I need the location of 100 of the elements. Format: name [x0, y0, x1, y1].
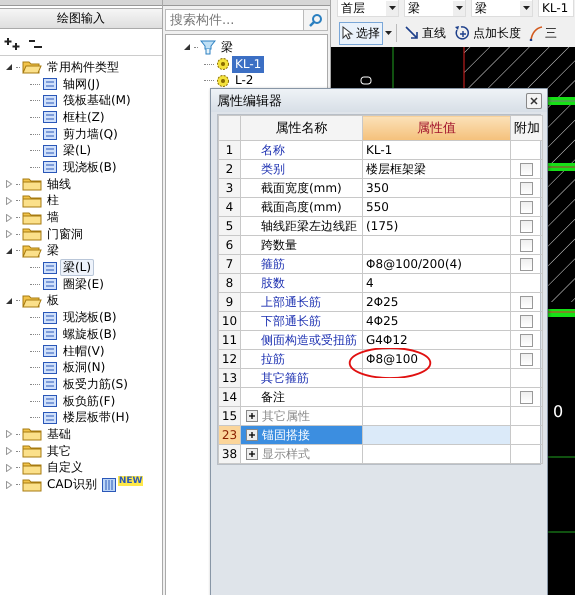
- property-value[interactable]: 4: [362, 274, 510, 292]
- close-button[interactable]: [526, 92, 542, 108]
- tree-item[interactable]: 梁: [44, 242, 62, 260]
- property-name: 截面高度(mm): [240, 198, 362, 216]
- row-number: 13: [218, 368, 240, 388]
- column-header[interactable]: 附加: [510, 116, 542, 140]
- search-field[interactable]: 搜索构件...: [165, 9, 304, 31]
- property-value[interactable]: 350: [362, 178, 510, 198]
- property-value[interactable]: 2Φ25: [362, 292, 510, 312]
- checkbox[interactable]: [520, 220, 533, 232]
- tool-button[interactable]: 选择: [339, 22, 383, 44]
- component-icon: [42, 160, 58, 174]
- row-number: 7: [218, 254, 240, 274]
- tree-item[interactable]: 基础: [44, 426, 74, 443]
- search-button[interactable]: [304, 9, 328, 31]
- property-name: 备注: [240, 388, 362, 406]
- tool-button[interactable]: 点加长度: [451, 22, 524, 44]
- tool-button[interactable]: 直线: [401, 22, 449, 44]
- row-number: 2: [218, 160, 240, 178]
- tree-item[interactable]: 梁(L): [60, 259, 94, 276]
- tree-item[interactable]: 自定义: [44, 459, 86, 476]
- column-header[interactable]: 属性值: [362, 116, 510, 140]
- checkbox[interactable]: [520, 258, 533, 270]
- tree-item[interactable]: 板洞(N): [60, 359, 108, 376]
- expander-icon[interactable]: [183, 43, 191, 52]
- tree-item[interactable]: 板负筋(F): [60, 392, 118, 410]
- tree-item[interactable]: 其它: [44, 442, 74, 460]
- column-header[interactable]: 属性名称: [240, 116, 362, 140]
- dropdown-caret-icon: [522, 6, 530, 10]
- row-number: 10: [218, 312, 240, 330]
- tree-item[interactable]: 柱帽(V): [60, 342, 108, 360]
- property-value[interactable]: Φ8@100: [362, 350, 510, 368]
- collapse-all-icon[interactable]: [28, 37, 44, 51]
- property-value[interactable]: 楼层框架梁: [362, 160, 510, 178]
- arc-icon: [529, 25, 543, 41]
- checkbox[interactable]: [520, 200, 533, 214]
- tree-item[interactable]: CAD识别: [44, 476, 100, 494]
- tree-item[interactable]: L-2: [232, 72, 256, 90]
- dropdown[interactable]: 梁: [471, 0, 533, 17]
- tool-button[interactable]: 三: [526, 22, 560, 44]
- property-value[interactable]: (175): [362, 216, 510, 236]
- property-value[interactable]: Φ8@100/200(4): [362, 254, 510, 274]
- tree-item[interactable]: 楼层板带(H): [60, 409, 132, 426]
- expander-icon[interactable]: [5, 63, 13, 72]
- property-name: 箍筋: [240, 254, 362, 274]
- tree-item[interactable]: 板受力筋(S): [60, 376, 131, 393]
- folder-icon: [22, 444, 42, 458]
- property-name: 下部通长筋: [240, 312, 362, 330]
- expand-icon[interactable]: [246, 448, 258, 460]
- search-icon: [308, 13, 322, 27]
- tree-item[interactable]: 门窗洞: [44, 226, 86, 243]
- tree-item[interactable]: 剪力墙(Q): [60, 126, 121, 143]
- row-number: 23: [218, 426, 240, 444]
- row-number: 9: [218, 292, 240, 312]
- tree-item[interactable]: 框柱(Z): [60, 108, 108, 126]
- dropdown[interactable]: 梁: [404, 0, 466, 17]
- checkbox[interactable]: [520, 314, 533, 328]
- property-name: 跨数量: [240, 236, 362, 254]
- tree-item[interactable]: 常用构件类型: [44, 58, 122, 76]
- tree-item[interactable]: 圈梁(E): [60, 276, 107, 293]
- property-name: 肢数: [240, 274, 362, 292]
- group-row[interactable]: 显示样式: [240, 444, 362, 464]
- tree-item[interactable]: 轴网(J): [60, 76, 103, 93]
- property-value[interactable]: 4Φ25: [362, 312, 510, 330]
- property-value[interactable]: KL-1: [362, 140, 510, 160]
- tree-item[interactable]: 梁(L): [60, 142, 94, 160]
- expand-icon[interactable]: [246, 410, 258, 422]
- component-icon: [42, 394, 58, 408]
- checkbox[interactable]: [520, 334, 533, 346]
- tree-item[interactable]: 现浇板(B): [60, 158, 120, 176]
- dropdown[interactable]: KL-1: [538, 0, 574, 17]
- tree-item[interactable]: 板: [44, 292, 62, 310]
- expand-all-icon[interactable]: [4, 37, 22, 51]
- tree-item[interactable]: 墙: [44, 209, 62, 226]
- checkbox[interactable]: [520, 182, 533, 194]
- row-number: 11: [218, 330, 240, 350]
- checkbox[interactable]: [520, 238, 533, 252]
- expander-icon[interactable]: [5, 296, 13, 305]
- checkbox[interactable]: [520, 162, 533, 176]
- component-icon: [42, 260, 58, 275]
- tree-item[interactable]: 梁: [218, 38, 236, 56]
- tree-item[interactable]: 轴线: [44, 176, 74, 193]
- expander-icon[interactable]: [5, 246, 13, 255]
- component-icon: [42, 344, 58, 358]
- row-number: 14: [218, 388, 240, 406]
- checkbox[interactable]: [520, 352, 533, 366]
- tree-item[interactable]: 现浇板(B): [60, 309, 120, 326]
- property-value[interactable]: 550: [362, 198, 510, 216]
- dropdown-caret-icon[interactable]: [385, 31, 392, 35]
- checkbox[interactable]: [520, 390, 533, 404]
- tree-item[interactable]: 筏板基础(M): [60, 92, 134, 110]
- property-name: 截面宽度(mm): [240, 178, 362, 198]
- dropdown[interactable]: 首层: [337, 0, 399, 17]
- dropdown-value: KL-1: [542, 1, 568, 15]
- tree-item[interactable]: 螺旋板(B): [60, 326, 120, 343]
- tree-item[interactable]: 柱: [44, 192, 62, 210]
- property-value[interactable]: G4Φ12: [362, 330, 510, 350]
- expand-icon[interactable]: [246, 429, 258, 442]
- tree-item[interactable]: KL-1: [232, 56, 264, 73]
- checkbox[interactable]: [520, 296, 533, 308]
